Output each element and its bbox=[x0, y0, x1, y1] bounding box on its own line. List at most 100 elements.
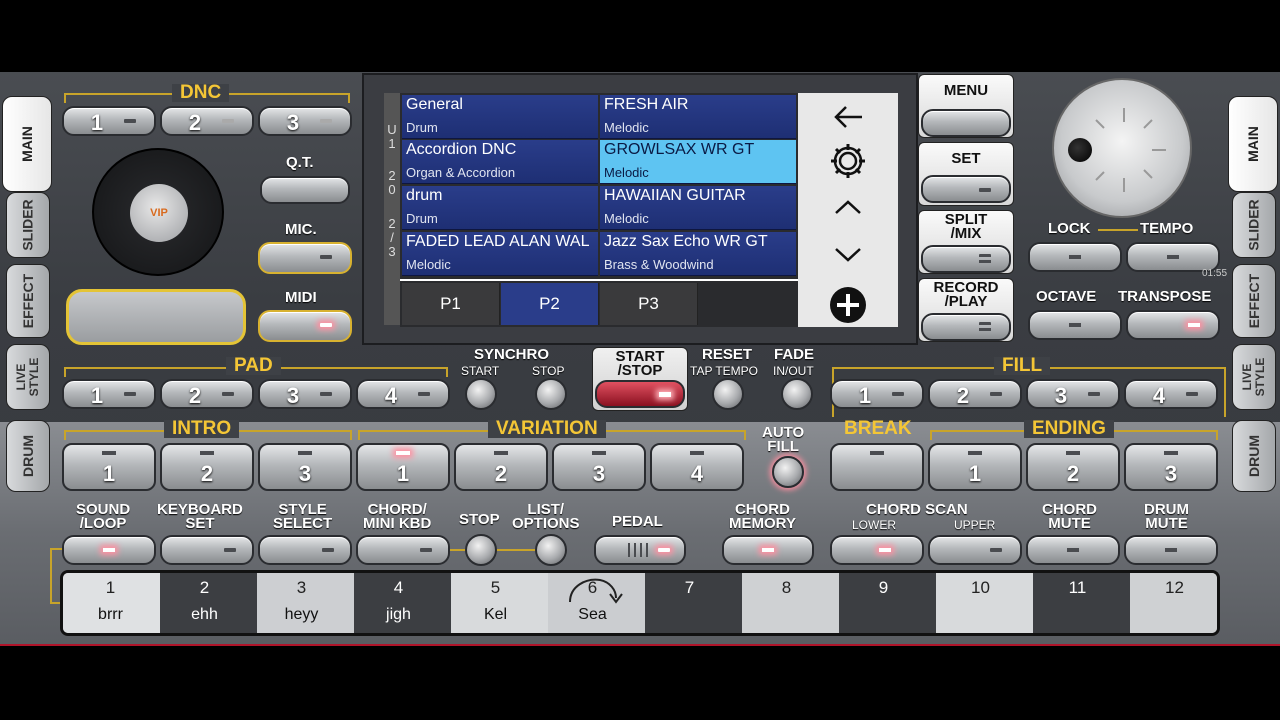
set-button[interactable]: SET bbox=[918, 142, 1014, 206]
style-category: Melodic bbox=[406, 257, 451, 272]
chord-scan-upper-button[interactable] bbox=[928, 535, 1022, 565]
variation-button-1[interactable]: 1 bbox=[356, 443, 450, 491]
large-pad-button[interactable] bbox=[66, 289, 246, 345]
side-tab-slider-left[interactable]: SLIDER bbox=[6, 192, 50, 258]
chord-mini-kbd-button[interactable] bbox=[356, 535, 450, 565]
start-stop-button[interactable]: START /STOP bbox=[592, 347, 688, 411]
side-tab-effect-right[interactable]: EFFECT bbox=[1232, 264, 1276, 338]
ending-button-2[interactable]: 2 bbox=[1026, 443, 1120, 491]
screen-nav-column bbox=[798, 93, 898, 327]
record-play-button[interactable]: RECORD /PLAY bbox=[918, 278, 1014, 342]
side-tab-main-right[interactable]: MAIN bbox=[1228, 96, 1278, 192]
ending-button-1[interactable]: 1 bbox=[928, 443, 1022, 491]
style-select-button[interactable] bbox=[258, 535, 352, 565]
fill-button-4[interactable]: 4 bbox=[1124, 379, 1218, 409]
vip-dial[interactable]: VIP bbox=[92, 148, 224, 276]
sound-loop-button[interactable] bbox=[62, 535, 156, 565]
dnc-button-1[interactable]: 1 bbox=[62, 106, 156, 136]
dnc-button-3[interactable]: 3 bbox=[258, 106, 352, 136]
reset-knob[interactable] bbox=[712, 378, 744, 410]
synchro-stop-knob[interactable] bbox=[535, 378, 567, 410]
stop-knob[interactable] bbox=[465, 534, 497, 566]
slot-12[interactable]: 12 bbox=[1126, 574, 1223, 634]
fill-button-3[interactable]: 3 bbox=[1026, 379, 1120, 409]
side-tab-live-style-right[interactable]: LIVE STYLE bbox=[1232, 344, 1276, 410]
fade-knob[interactable] bbox=[781, 378, 813, 410]
slot-11[interactable]: 11 bbox=[1029, 574, 1126, 634]
drum-mute-button[interactable] bbox=[1124, 535, 1218, 565]
pedal-button[interactable] bbox=[594, 535, 686, 565]
add-circle-icon[interactable] bbox=[828, 285, 868, 325]
style-cell[interactable]: General Drum bbox=[402, 95, 598, 139]
menu-button[interactable]: MENU bbox=[918, 74, 1014, 138]
style-cell[interactable]: drum Drum bbox=[402, 186, 598, 230]
side-tab-main-left[interactable]: MAIN bbox=[2, 96, 52, 192]
slot-10[interactable]: 10 bbox=[932, 574, 1029, 634]
page-tab-p1[interactable]: P1 bbox=[402, 283, 500, 325]
chord-scan-lower-button[interactable] bbox=[830, 535, 924, 565]
mic-button[interactable] bbox=[258, 242, 352, 274]
style-cell[interactable]: HAWAIIAN GUITAR Melodic bbox=[600, 186, 796, 230]
side-tab-slider-right[interactable]: SLIDER bbox=[1232, 192, 1276, 258]
octave-button[interactable] bbox=[1028, 310, 1122, 340]
dnc-button-2[interactable]: 2 bbox=[160, 106, 254, 136]
style-cell[interactable]: Jazz Sax Echo WR GT Brass & Woodwind bbox=[600, 232, 796, 276]
slot-4[interactable]: 4 jigh bbox=[350, 574, 447, 634]
side-tab-live-style-left[interactable]: LIVE STYLE bbox=[6, 344, 50, 410]
side-tab-drum-right[interactable]: DRUM bbox=[1232, 420, 1276, 492]
side-tab-effect-left[interactable]: EFFECT bbox=[6, 264, 50, 338]
fill-button-1[interactable]: 1 bbox=[830, 379, 924, 409]
page-tab-p2[interactable]: P2 bbox=[501, 283, 599, 325]
side-tab-drum-left[interactable]: DRUM bbox=[6, 420, 50, 492]
chevron-up-icon[interactable] bbox=[834, 199, 862, 215]
slot-name: jigh bbox=[386, 606, 411, 623]
chord-mute-button[interactable] bbox=[1026, 535, 1120, 565]
style-select-label: STYLE SELECT bbox=[273, 501, 333, 532]
intro-button-3[interactable]: 3 bbox=[258, 443, 352, 491]
led-indicator bbox=[1167, 255, 1179, 259]
back-arrow-icon[interactable] bbox=[832, 103, 864, 131]
intro-button-1[interactable]: 1 bbox=[62, 443, 156, 491]
style-title: FRESH AIR bbox=[604, 96, 689, 113]
transpose-button[interactable] bbox=[1126, 310, 1220, 340]
slot-9[interactable]: 9 bbox=[835, 574, 932, 634]
page-tab-p3[interactable]: P3 bbox=[600, 283, 698, 325]
style-cell[interactable]: Accordion DNC Organ & Accordion bbox=[402, 140, 598, 184]
list-options-knob[interactable] bbox=[535, 534, 567, 566]
slot-7[interactable]: 7 bbox=[641, 574, 738, 634]
master-volume-wheel[interactable] bbox=[1052, 78, 1192, 218]
tempo-down-button[interactable] bbox=[1028, 242, 1122, 272]
pad-button-1[interactable]: 1 bbox=[62, 379, 156, 409]
led-indicator bbox=[1165, 548, 1177, 552]
split-mix-button[interactable]: SPLIT /MIX bbox=[918, 210, 1014, 274]
slot-2[interactable]: 2 ehh bbox=[156, 574, 253, 634]
slot-8[interactable]: 8 bbox=[738, 574, 835, 634]
qt-button[interactable] bbox=[260, 176, 350, 204]
break-button[interactable] bbox=[830, 443, 924, 491]
auto-fill-knob[interactable] bbox=[772, 456, 804, 488]
fill-button-2[interactable]: 2 bbox=[928, 379, 1022, 409]
style-cell[interactable]: FRESH AIR Melodic bbox=[600, 95, 796, 139]
slot-5[interactable]: 5 Kel bbox=[447, 574, 544, 634]
slot-3[interactable]: 3 heyy bbox=[253, 574, 350, 634]
style-cell[interactable]: FADED LEAD ALAN WAL Melodic bbox=[402, 232, 598, 276]
variation-button-2[interactable]: 2 bbox=[454, 443, 548, 491]
keyboard-set-button[interactable] bbox=[160, 535, 254, 565]
pad-button-4[interactable]: 4 bbox=[356, 379, 450, 409]
slot-1[interactable]: 1 brrr bbox=[62, 574, 159, 634]
style-cell-selected[interactable]: GROWLSAX WR GT Melodic bbox=[600, 140, 796, 184]
gear-icon[interactable] bbox=[828, 141, 868, 181]
pad-button-2[interactable]: 2 bbox=[160, 379, 254, 409]
synchro-start-knob[interactable] bbox=[465, 378, 497, 410]
pad-button-3[interactable]: 3 bbox=[258, 379, 352, 409]
chevron-down-icon[interactable] bbox=[834, 247, 862, 263]
intro-button-2[interactable]: 2 bbox=[160, 443, 254, 491]
midi-button[interactable] bbox=[258, 310, 352, 342]
ending-button-3[interactable]: 3 bbox=[1124, 443, 1218, 491]
pad-button-label: 4 bbox=[384, 383, 398, 408]
variation-button-4[interactable]: 4 bbox=[650, 443, 744, 491]
intro-button-label: 3 bbox=[298, 461, 312, 486]
chord-memory-button[interactable] bbox=[722, 535, 814, 565]
variation-button-3[interactable]: 3 bbox=[552, 443, 646, 491]
led-indicator bbox=[420, 548, 432, 552]
